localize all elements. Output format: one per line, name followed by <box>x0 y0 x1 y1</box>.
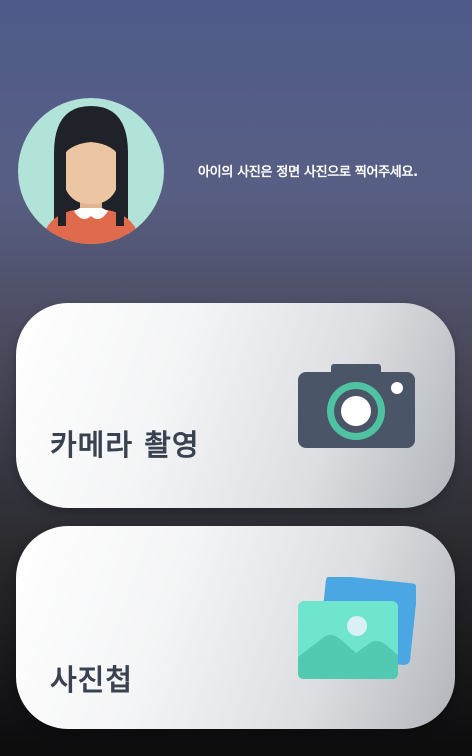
camera-capture-label: 카메라 촬영 <box>50 428 200 462</box>
camera-capture-button[interactable]: 카메라 촬영 <box>16 303 455 508</box>
photo-album-icon <box>298 575 418 681</box>
photo-guide-text: 아이의 사진은 정면 사진으로 찍어주세요. <box>198 165 418 180</box>
girl-avatar-icon <box>18 98 164 244</box>
camera-icon <box>298 362 416 452</box>
avatar <box>18 98 164 244</box>
photo-album-label: 사진첩 <box>50 663 134 697</box>
photo-album-button[interactable]: 사진첩 <box>16 526 455 729</box>
